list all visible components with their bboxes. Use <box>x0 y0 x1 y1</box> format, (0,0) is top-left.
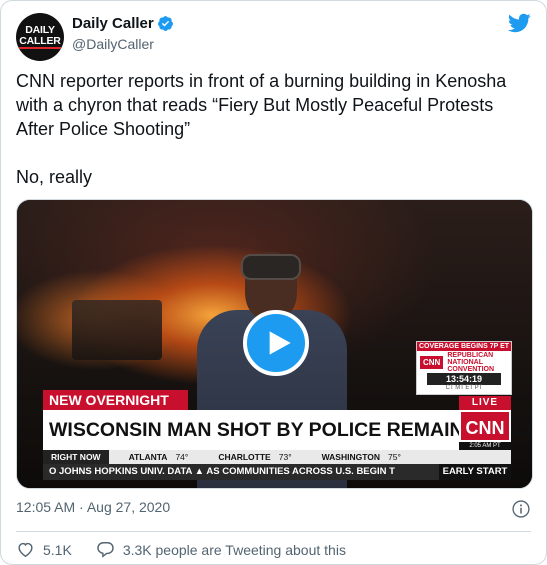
comment-icon <box>97 542 114 558</box>
weather-temp: 74° <box>175 452 189 462</box>
verified-badge-icon <box>157 16 173 31</box>
weather-city: CHARLOTTE <box>218 452 271 462</box>
info-icon[interactable] <box>511 499 531 519</box>
cnn-time: 2:05 AM PT <box>459 442 511 450</box>
display-name[interactable]: Daily Caller <box>72 15 154 32</box>
tweet-text-paragraph-2: No, really <box>16 167 93 187</box>
mini-cnn-logo: CNN <box>420 355 444 369</box>
weather-city: ATLANTA <box>128 452 168 462</box>
convention-box: COVERAGE BEGINS 7P ET CNN REPUBLICAN NAT… <box>416 341 512 395</box>
weather-city: WASHINGTON <box>321 452 380 462</box>
twitter-bird-icon[interactable] <box>507 11 531 35</box>
conversation-text: 3.3K people are Tweeting about this <box>122 541 346 558</box>
tweet-timestamp[interactable]: 12:05 AM · Aug 27, 2020 <box>16 499 170 515</box>
coverage-banner: COVERAGE BEGINS 7P ET <box>417 342 511 351</box>
weather-temp: 73° <box>278 452 292 462</box>
convention-text: REPUBLICAN NATIONAL CONVENTION <box>447 351 495 373</box>
burning-truck <box>72 300 162 360</box>
tweet-text: CNN reporter reports in front of a burni… <box>16 69 531 189</box>
live-badge: LIVE <box>459 396 511 410</box>
video-player[interactable]: COVERAGE BEGINS 7P ET CNN REPUBLICAN NAT… <box>16 199 533 489</box>
author-name-row[interactable]: Daily Caller <box>72 15 174 32</box>
tweet-text-paragraph-1: CNN reporter reports in front of a burni… <box>16 71 507 139</box>
weather-temp: 75° <box>388 452 401 462</box>
reporter-goggles <box>241 254 301 280</box>
avatar-line2: CALLER <box>19 35 61 49</box>
divider <box>16 531 531 532</box>
convention-clock: 13:54:19 <box>427 373 501 385</box>
play-icon <box>269 331 291 355</box>
avatar[interactable]: DAILY CALLER <box>16 13 64 61</box>
tweet-actions: 5.1K 3.3K people are Tweeting about this <box>16 540 346 559</box>
heart-icon <box>18 542 33 558</box>
conversation-button[interactable]: 3.3K people are Tweeting about this <box>96 540 346 559</box>
convention-row: CNN REPUBLICAN NATIONAL CONVENTION <box>417 351 511 373</box>
play-button[interactable] <box>243 310 309 376</box>
cnn-logo: CNN <box>459 410 511 442</box>
tweet-card[interactable]: DAILY CALLER Daily Caller @DailyCaller C… <box>0 0 547 565</box>
chyron-headline: WISCONSIN MAN SHOT BY POLICE REMAINS IN … <box>43 410 532 450</box>
time-zones: CT MT ET PT <box>445 385 483 391</box>
right-now-label: RIGHT NOW <box>43 450 109 464</box>
weather-bar: RIGHT NOW ATLANTA 74° CHARLOTTE 73° WASH… <box>43 450 511 464</box>
new-overnight-tag: NEW OVERNIGHT <box>43 390 188 410</box>
like-count: 5.1K <box>43 541 72 558</box>
handle[interactable]: @DailyCaller <box>72 36 154 52</box>
like-button[interactable]: 5.1K <box>16 540 72 559</box>
early-start-label: EARLY START <box>439 464 511 480</box>
